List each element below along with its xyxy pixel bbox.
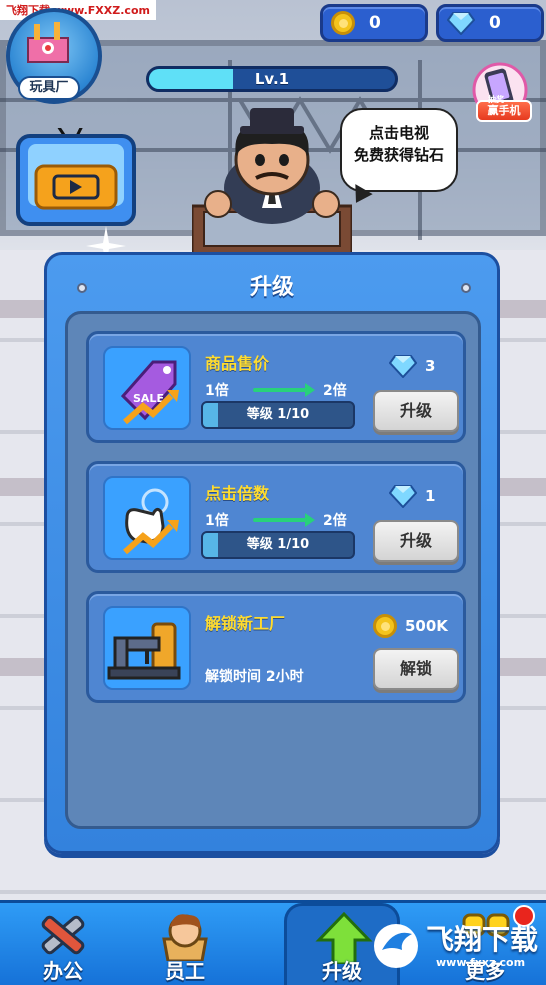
gem-icon: [389, 355, 417, 378]
watermark-bird-icon: [374, 924, 418, 968]
card-art: [103, 476, 191, 560]
unlock-button[interactable]: 解锁: [373, 648, 459, 690]
gem-value: 0: [489, 13, 501, 33]
office-tools-icon: [41, 915, 85, 955]
tv-video-button[interactable]: [14, 128, 138, 230]
svg-text:SALE: SALE: [133, 392, 164, 405]
watermark-logo: 飞翔下载 www.fxxz.com: [372, 916, 542, 978]
card-level-bar: 等级 1/10: [201, 401, 355, 429]
card-level-text: 等级 1/10: [246, 407, 310, 422]
cost-value: 500K: [405, 617, 448, 635]
prize-label-text: 赢手机: [487, 104, 521, 117]
cost-value: 3: [425, 357, 436, 375]
arrow-right-icon: [253, 383, 315, 397]
bolt-icon: [461, 283, 471, 293]
unlock-time: 解锁时间 2小时: [205, 669, 304, 685]
upgrade-card-price: SALE 商品售价 1倍 2倍 等级 1/10 3 升级: [86, 331, 466, 443]
nav-label: 办公: [43, 959, 83, 983]
arrow-right-icon: [253, 513, 315, 527]
factory-name-label: 玩具厂: [18, 76, 80, 100]
employee-icon: [162, 914, 208, 961]
upgrade-click-button[interactable]: 升级: [373, 520, 459, 562]
card-art: SALE: [103, 346, 191, 430]
bolt-icon: [77, 283, 87, 293]
cost-value: 1: [425, 487, 436, 505]
factory-icon: [27, 22, 69, 63]
sewing-machine-icon: [107, 622, 181, 680]
nav-label: 员工: [165, 959, 205, 983]
upgrade-card-click: 点击倍数 1倍 2倍 等级 1/10 1 升级: [86, 461, 466, 573]
speech-line-2: 免费获得钻石: [353, 146, 444, 164]
coin-value: 0: [369, 13, 381, 33]
upgrade-cost: 3: [389, 354, 435, 378]
watermark-url: www.fxxz.com: [436, 956, 526, 969]
upgrade-cost: 1: [389, 484, 435, 508]
unlock-cost: 500K: [373, 614, 448, 638]
coin-icon: [331, 11, 355, 35]
multiplier-to: 2倍: [323, 513, 347, 529]
card-level-text: 等级 1/10: [246, 537, 310, 552]
manager-character: [192, 108, 352, 254]
upgrade-price-button[interactable]: 升级: [373, 390, 459, 432]
card-art: [103, 606, 191, 690]
gem-counter[interactable]: 0: [436, 4, 544, 42]
coin-counter[interactable]: 0: [320, 4, 428, 42]
upgrade-list: SALE 商品售价 1倍 2倍 等级 1/10 3 升级 点击倍数 1倍 2倍 …: [65, 311, 481, 829]
speech-line-1: 点击电视: [368, 124, 429, 142]
card-title: 点击倍数: [205, 484, 270, 503]
card-title: 解锁新工厂: [205, 614, 286, 633]
nav-employee[interactable]: 员工: [130, 903, 240, 985]
panel-title: 升级: [249, 275, 294, 300]
speech-bubble: 点击电视 免费获得钻石: [340, 108, 458, 192]
card-title: 商品售价: [205, 354, 270, 373]
multiplier-to: 2倍: [323, 383, 347, 399]
unlock-factory-card: 解锁新工厂 解锁时间 2小时 500K 解锁: [86, 591, 466, 703]
watermark-brand: 飞翔下载: [426, 923, 539, 956]
multiplier-from: 1倍: [205, 513, 229, 529]
gem-icon: [447, 12, 475, 35]
level-text: Lv.1: [254, 70, 290, 88]
tap-hand-icon: [123, 488, 179, 555]
multiplier-from: 1倍: [205, 383, 229, 399]
card-level-bar: 等级 1/10: [201, 531, 355, 559]
nav-office[interactable]: 办公: [8, 903, 118, 985]
sale-tag-icon: SALE: [120, 360, 179, 425]
coin-icon: [373, 614, 397, 638]
prize-label[interactable]: 赢手机: [476, 100, 532, 122]
upgrade-panel: 升级 SALE 商品售价 1倍 2倍 等级 1/10 3 升级 点击倍数 1倍 …: [44, 252, 500, 854]
level-progress-bar: Lv.1: [146, 66, 398, 92]
gem-icon: [389, 485, 417, 508]
prize-sub-label: 抽奖: [488, 95, 504, 104]
